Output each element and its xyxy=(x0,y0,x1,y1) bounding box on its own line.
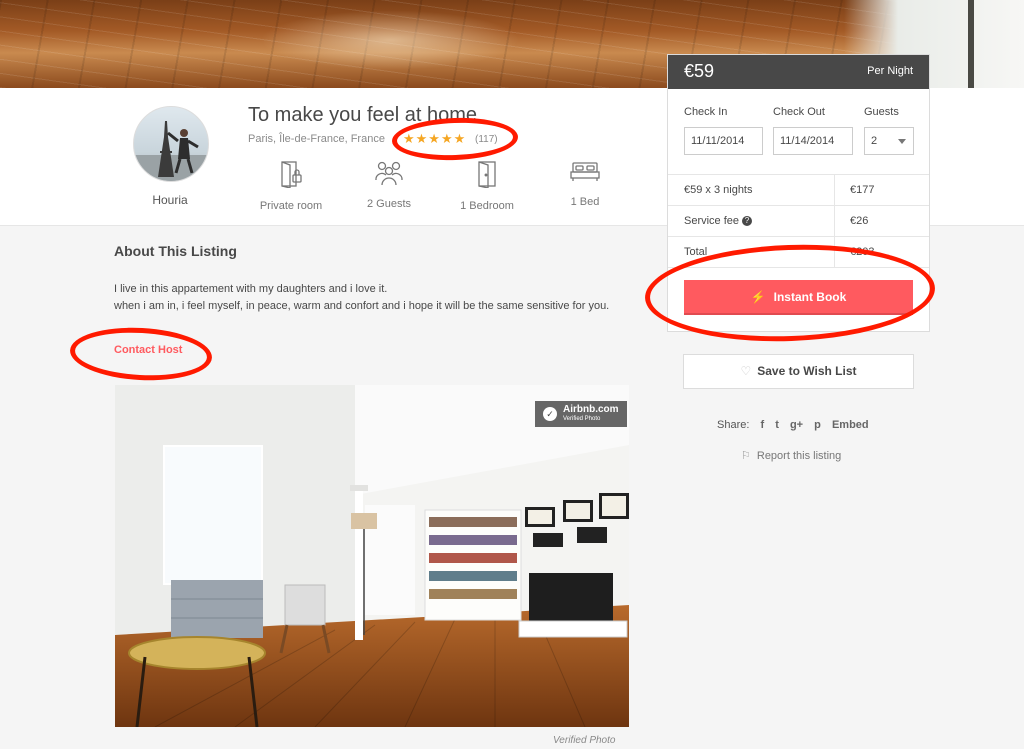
guests-icon xyxy=(375,161,403,186)
host-name[interactable]: Houria xyxy=(120,193,220,207)
twitter-icon[interactable]: t xyxy=(775,419,779,431)
photo-caption: Verified Photo xyxy=(553,735,616,746)
badge-title: Airbnb.com xyxy=(563,404,619,415)
feature-beds: 1 Bed xyxy=(530,160,640,210)
flag-icon: ⚐ xyxy=(741,450,751,462)
guests-label: Guests xyxy=(864,106,899,118)
booking-widget: €59 Per Night Check In Check Out Guests … xyxy=(667,54,930,332)
listing-location[interactable]: Paris, Île-de-France, France xyxy=(248,133,385,145)
price-breakdown-row: €59 x 3 nights €177 xyxy=(668,174,929,206)
bed-icon xyxy=(570,162,600,181)
checkin-input[interactable]: 11/11/2014 xyxy=(684,127,763,155)
about-line: when i am in, i feel myself, in peace, w… xyxy=(114,300,610,312)
checkout-input[interactable]: 11/14/2014 xyxy=(773,127,853,155)
about-title: About This Listing xyxy=(114,243,237,259)
about-line: I live in this appartement with my daugh… xyxy=(114,283,388,295)
row-label: €59 x 3 nights xyxy=(684,184,753,196)
badge-subtitle: Verified Photo xyxy=(563,416,601,422)
row-value: €177 xyxy=(850,184,875,196)
share-row: Share: f t g+ p Embed xyxy=(717,419,869,431)
feature-bedrooms: 1 Bedroom xyxy=(432,160,542,214)
guests-select[interactable]: 2 xyxy=(864,127,914,155)
rating-stars-icon[interactable]: ★★★★★ xyxy=(403,131,466,147)
price-bar: €59 Per Night xyxy=(668,55,929,89)
host-avatar[interactable] xyxy=(133,106,209,182)
feature-label: 2 Guests xyxy=(366,198,412,210)
feature-label: 1 Bedroom xyxy=(460,200,514,212)
feature-guests: 2 Guests xyxy=(334,160,444,212)
chevron-down-icon xyxy=(898,139,906,144)
facebook-icon[interactable]: f xyxy=(760,419,764,431)
guests-value: 2 xyxy=(871,135,878,147)
door-lock-icon xyxy=(281,161,302,188)
row-label: Service fee xyxy=(684,215,740,227)
embed-link[interactable]: Embed xyxy=(832,419,869,431)
report-listing-link[interactable]: ⚐ Report this listing xyxy=(741,449,841,462)
report-label: Report this listing xyxy=(756,450,842,462)
listing-title: To make you feel at home xyxy=(248,104,478,126)
price-period: Per Night xyxy=(867,65,913,77)
listing-photo[interactable]: ✓ Airbnb.com Verified Photo xyxy=(115,385,629,727)
wishlist-label: Save to Wish List xyxy=(757,364,857,378)
pinterest-icon[interactable]: p xyxy=(814,419,821,431)
feature-room-type: Private room xyxy=(236,160,346,214)
total-row: Total €203 xyxy=(668,236,929,268)
row-label: Total xyxy=(684,246,708,258)
instant-book-label: Instant Book xyxy=(773,290,847,304)
feature-label: Private room xyxy=(259,200,323,212)
bedroom-door-icon xyxy=(478,161,496,188)
about-description: I live in this appartement with my daugh… xyxy=(114,281,634,315)
nightly-price: €59 xyxy=(684,61,715,81)
lightning-icon: ⚡ xyxy=(750,290,766,304)
googleplus-icon[interactable]: g+ xyxy=(790,419,803,431)
row-value: €26 xyxy=(850,215,869,227)
verified-photo-badge: ✓ Airbnb.com Verified Photo xyxy=(535,401,627,427)
feature-label: 1 Bed xyxy=(570,196,600,208)
contact-host-link[interactable]: Contact Host xyxy=(114,344,182,356)
save-to-wishlist-button[interactable]: ♡ Save to Wish List xyxy=(683,354,914,389)
check-icon: ✓ xyxy=(543,407,557,421)
heart-icon: ♡ xyxy=(740,364,752,378)
instant-book-button[interactable]: ⚡ Instant Book xyxy=(684,280,913,315)
service-fee-row: Service fee? €26 xyxy=(668,205,929,237)
checkout-label: Check Out xyxy=(773,106,825,118)
row-value: €203 xyxy=(850,246,875,258)
review-count[interactable]: (117) xyxy=(475,134,498,145)
checkin-label: Check In xyxy=(684,106,728,118)
help-icon[interactable]: ? xyxy=(742,216,753,226)
share-label: Share: xyxy=(717,419,750,431)
